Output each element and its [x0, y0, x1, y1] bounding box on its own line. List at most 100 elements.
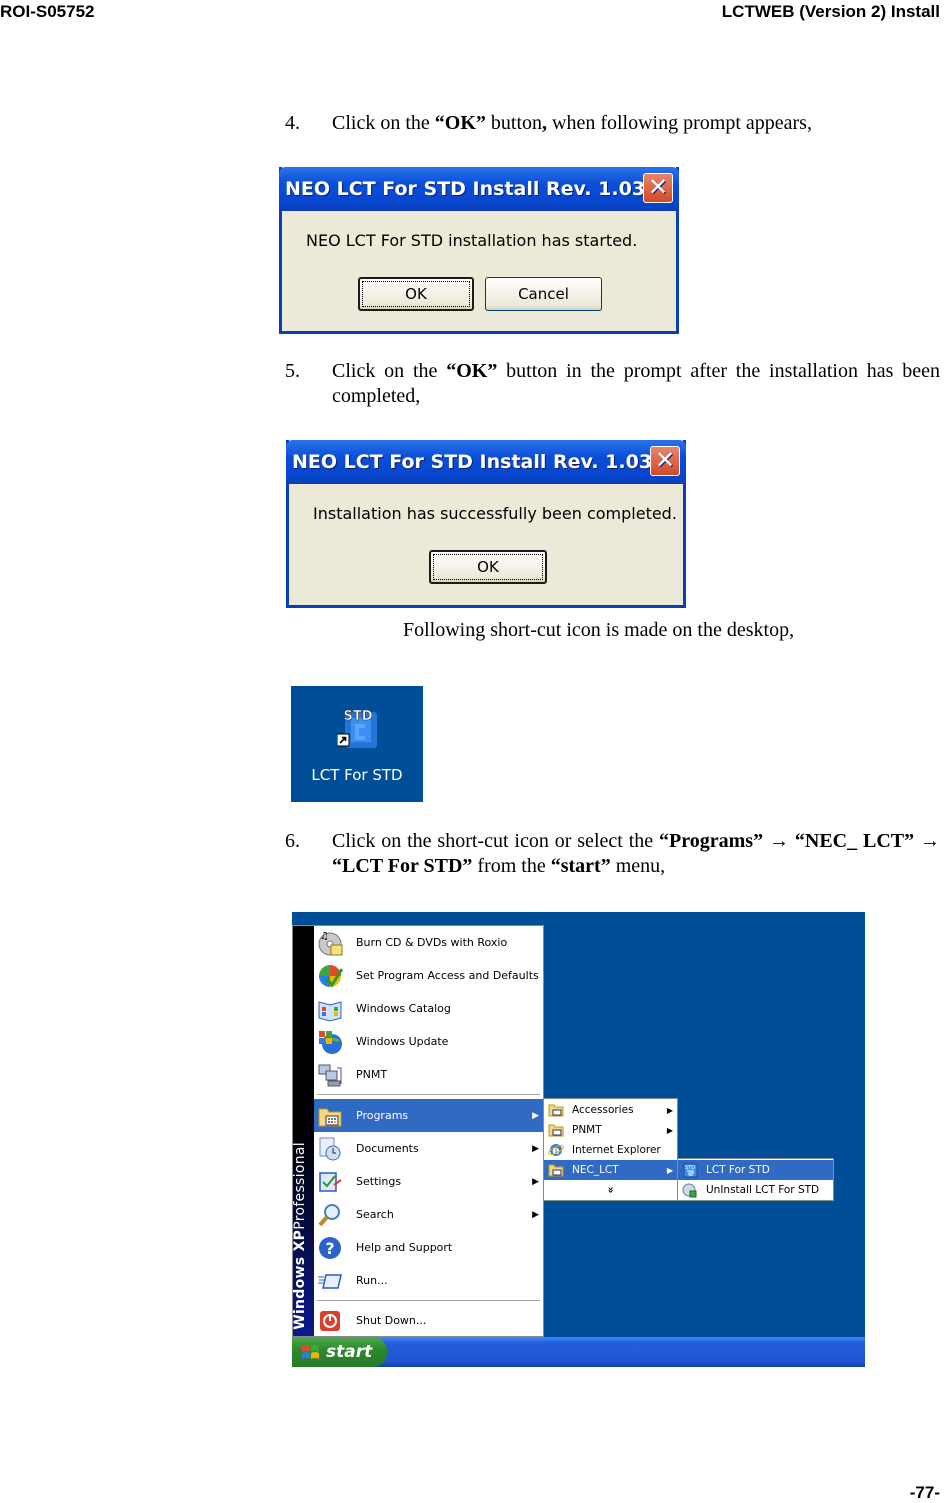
ok-button[interactable]: OK: [358, 277, 474, 311]
menu-item-help[interactable]: ? Help and Support: [314, 1231, 543, 1264]
dialog-message: Installation has successfully been compl…: [313, 504, 677, 523]
run-icon: [316, 1267, 344, 1295]
close-icon[interactable]: ✕: [643, 173, 673, 203]
shortcut-label[interactable]: LCT For STD: [291, 766, 423, 784]
menu-item-label: Settings: [356, 1175, 402, 1188]
emphasis: “Programs”: [659, 830, 764, 852]
submenu-item-label: Internet Explorer: [572, 1144, 661, 1156]
menu-item-search[interactable]: Search ▶: [314, 1198, 543, 1231]
cancel-button[interactable]: Cancel: [485, 277, 602, 311]
start-menu: Windows XPProfessional ♫ Burn CD & DVDs …: [292, 925, 544, 1337]
menu-item-label: Documents: [356, 1142, 419, 1155]
submenu-item-uninstall[interactable]: UnInstall LCT For STD: [678, 1180, 833, 1200]
os-band: Windows XPProfessional: [292, 926, 314, 1336]
lct-shortcut-icon[interactable]: STD: [336, 704, 379, 752]
text: button: [485, 112, 543, 134]
submenu-item-label: UnInstall LCT For STD: [706, 1184, 820, 1196]
menu-separator: [317, 1300, 540, 1301]
menu-item-label: Programs: [356, 1109, 409, 1122]
submenu-item-pnmt[interactable]: PNMT ▶: [544, 1120, 677, 1140]
step-number: 6.: [285, 830, 300, 852]
install-completed-dialog: NEO LCT For STD Install Rev. 1.03 ✕ Inst…: [286, 440, 686, 608]
windows-logo-icon: [300, 1343, 320, 1361]
menu-item-label: Run...: [356, 1274, 388, 1287]
step-5: 5. Click on the “OK” button in the promp…: [285, 359, 940, 409]
document-id: ROI-S05752: [0, 2, 95, 21]
nec-lct-submenu: STD LCT For STD UnInstall LCT For STD: [677, 1158, 834, 1201]
submenu-item-internet-explorer[interactable]: e Internet Explorer: [544, 1140, 677, 1160]
ok-button[interactable]: OK: [429, 550, 547, 584]
shortcut-caption: Following short-cut icon is made on the …: [403, 619, 795, 641]
folder-icon: [547, 1122, 565, 1138]
uninstall-icon: [681, 1182, 699, 1198]
submenu-item-label: LCT For STD: [706, 1164, 770, 1176]
menu-item-pnmt[interactable]: PNMT: [314, 1058, 543, 1091]
dialog-title-bar: NEO LCT For STD Install Rev. 1.03 ✕: [279, 167, 679, 211]
search-icon: [316, 1201, 344, 1229]
step-number: 4.: [285, 112, 300, 134]
programs-submenu: Accessories ▶ PNMT ▶ e Internet Explorer…: [543, 1098, 678, 1201]
step-number: 5.: [285, 360, 300, 382]
program-access-icon: [316, 962, 344, 990]
submenu-arrow-icon: ▶: [666, 1105, 673, 1115]
internet-explorer-icon: e: [547, 1142, 565, 1158]
page-number: -77-: [909, 1483, 940, 1502]
menu-item-label: Help and Support: [356, 1241, 453, 1254]
power-icon: [316, 1307, 344, 1335]
dialog-title: NEO LCT For STD Install Rev. 1.03: [285, 178, 646, 200]
menu-item-label: Windows Update: [356, 1035, 449, 1048]
submenu-item-nec-lct[interactable]: NEC_LCT ▶: [544, 1160, 677, 1180]
cd-icon: ♫: [316, 929, 344, 957]
menu-item-programs[interactable]: Programs ▶: [314, 1099, 543, 1132]
step-4: 4. Click on the “OK” button, when follow…: [285, 111, 940, 136]
submenu-item-lct-for-std[interactable]: STD LCT For STD: [678, 1160, 833, 1180]
submenu-arrow-icon: ▶: [666, 1125, 673, 1135]
programs-folder-icon: [316, 1102, 344, 1130]
start-menu-screenshot: Windows XPProfessional ♫ Burn CD & DVDs …: [292, 912, 865, 1367]
catalog-icon: [316, 995, 344, 1023]
menu-item-windows-update[interactable]: Windows Update: [314, 1025, 543, 1058]
svg-text:♫: ♫: [320, 931, 329, 942]
settings-icon: [316, 1168, 344, 1196]
submenu-arrow-icon: ▶: [532, 1110, 539, 1121]
help-icon: ?: [316, 1234, 344, 1262]
install-started-dialog: NEO LCT For STD Install Rev. 1.03 ✕ NEO …: [279, 167, 679, 334]
menu-item-run[interactable]: Run...: [314, 1264, 543, 1297]
svg-text:?: ?: [325, 1239, 334, 1258]
submenu-arrow-icon: ▶: [532, 1143, 539, 1154]
menu-item-program-access[interactable]: Set Program Access and Defaults: [314, 959, 543, 992]
menu-item-documents[interactable]: Documents ▶: [314, 1132, 543, 1165]
close-icon[interactable]: ✕: [650, 446, 680, 476]
menu-item-label: Shut Down...: [356, 1314, 427, 1327]
menu-item-settings[interactable]: Settings ▶: [314, 1165, 543, 1198]
text: Click on the short-cut icon or select th…: [332, 830, 660, 852]
emphasis: “LCT For STD”: [332, 855, 473, 877]
menu-item-label: PNMT: [356, 1068, 388, 1081]
network-computer-icon: [316, 1061, 344, 1089]
submenu-expand-button[interactable]: »: [544, 1180, 677, 1200]
dialog-message: NEO LCT For STD installation has started…: [306, 231, 638, 250]
submenu-item-label: Accessories: [572, 1104, 634, 1116]
step-text: Click on the short-cut icon or select th…: [332, 829, 940, 879]
desktop-area: STD LCT For STD: [291, 686, 423, 802]
menu-item-label: Windows Catalog: [356, 1002, 451, 1015]
menu-item-windows-catalog[interactable]: Windows Catalog: [314, 992, 543, 1025]
windows-update-icon: [316, 1028, 344, 1056]
taskbar: start: [292, 1337, 865, 1367]
submenu-item-label: PNMT: [572, 1124, 602, 1136]
submenu-item-accessories[interactable]: Accessories ▶: [544, 1100, 677, 1120]
emphasis: “OK”: [446, 360, 498, 382]
menu-item-shutdown[interactable]: Shut Down...: [314, 1304, 543, 1337]
start-label: start: [326, 1342, 373, 1362]
os-name: Windows XP: [292, 1229, 308, 1330]
arrow: →: [914, 830, 941, 852]
submenu-item-label: NEC_LCT: [572, 1164, 619, 1176]
text: from the: [472, 855, 551, 877]
dialog-title: NEO LCT For STD Install Rev. 1.03: [292, 451, 653, 473]
menu-item-burn-cd[interactable]: ♫ Burn CD & DVDs with Roxio: [314, 926, 543, 959]
submenu-arrow-icon: ▶: [532, 1176, 539, 1187]
documents-icon: [316, 1135, 344, 1163]
start-button[interactable]: start: [292, 1337, 387, 1367]
text: menu,: [610, 855, 666, 877]
expand-chevron-icon: »: [604, 1186, 617, 1194]
